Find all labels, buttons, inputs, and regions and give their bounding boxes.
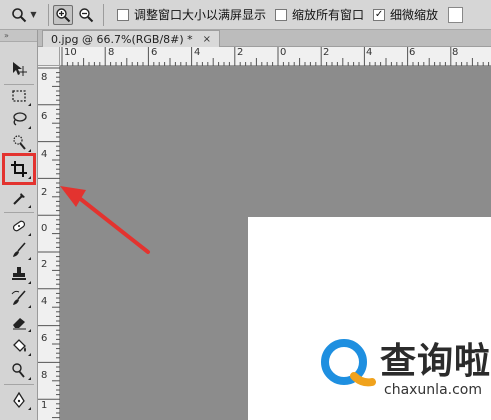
vertical-ruler[interactable]: 8 6 4 2 0 2 4 6 8 1 <box>38 66 60 420</box>
pen-icon <box>13 391 25 409</box>
crop-tool-highlight <box>2 153 36 185</box>
eyedropper-icon <box>13 193 25 205</box>
submenu-triangle-icon <box>28 126 31 129</box>
ruler-label: 8 <box>452 47 459 58</box>
panel-collapse-grip[interactable]: » <box>0 30 37 42</box>
ruler-label: 2 <box>41 259 48 270</box>
document-tab[interactable]: 0.jpg @ 66.7%(RGB/8#) * × <box>42 30 221 47</box>
magic-wand-icon <box>13 135 26 150</box>
history-brush-tool[interactable] <box>6 287 32 309</box>
ruler-label: 6 <box>151 47 158 58</box>
history-brush-icon <box>11 290 26 305</box>
separator <box>4 212 34 213</box>
separator <box>103 3 104 26</box>
quick-select-tool[interactable] <box>6 131 32 153</box>
lasso-tool[interactable] <box>6 108 32 130</box>
ruler-label: 8 <box>41 370 48 381</box>
zoom-out-button[interactable] <box>76 5 96 25</box>
ruler-label: 2 <box>323 47 330 58</box>
zoom-in-icon <box>56 7 71 22</box>
ruler-label: 4 <box>366 47 373 58</box>
zoom-all-windows-option[interactable]: 缩放所有窗口 <box>275 6 364 23</box>
ruler-label: 4 <box>41 149 48 160</box>
ruler-origin[interactable] <box>38 47 60 66</box>
submenu-triangle-icon <box>28 281 31 284</box>
ruler-label: 4 <box>194 47 201 58</box>
ruler-label: 1 <box>41 400 48 411</box>
ruler-label: 6 <box>41 333 48 344</box>
stamp-icon <box>12 267 26 280</box>
zoom-tool-icon <box>12 7 27 22</box>
submenu-triangle-icon <box>28 205 31 208</box>
tool-preset-picker[interactable]: ▼ <box>4 4 44 26</box>
eraser-tool[interactable] <box>6 311 32 333</box>
move-icon <box>13 62 27 76</box>
zoom-all-windows-checkbox[interactable] <box>275 8 288 21</box>
ruler-label: 0 <box>41 223 48 234</box>
pen-tool[interactable] <box>6 389 32 411</box>
ruler-label: 6 <box>41 111 48 122</box>
move-tool[interactable] <box>6 58 32 80</box>
submenu-triangle-icon <box>28 305 31 308</box>
paint-bucket-tool[interactable] <box>6 335 32 357</box>
dodge-icon <box>12 363 25 378</box>
stamp-tool[interactable] <box>6 263 32 285</box>
separator <box>4 384 34 385</box>
submenu-triangle-icon <box>28 103 31 106</box>
ruler-label: 8 <box>41 72 48 83</box>
eraser-icon <box>13 318 26 330</box>
lasso-icon <box>13 112 27 126</box>
submenu-triangle-icon <box>28 353 31 356</box>
ruler-label: 4 <box>41 296 48 307</box>
zoom-in-button[interactable] <box>53 4 73 25</box>
healing-tool[interactable] <box>6 215 32 237</box>
marquee-tool[interactable] <box>6 85 32 107</box>
submenu-triangle-icon <box>28 149 31 152</box>
bandage-icon <box>12 220 26 232</box>
close-icon[interactable]: × <box>203 34 211 45</box>
submenu-triangle-icon <box>28 407 31 410</box>
ruler-label: 8 <box>108 47 115 58</box>
rect-marquee-icon <box>12 90 26 102</box>
tools-panel: » <box>0 30 38 420</box>
submenu-triangle-icon <box>28 257 31 260</box>
document-tab-bar: 0.jpg @ 66.7%(RGB/8#) * × <box>38 30 491 47</box>
dodge-tool[interactable] <box>6 359 32 381</box>
magnifier-logo-icon <box>321 339 376 387</box>
brush-tool[interactable] <box>6 239 32 261</box>
scrubby-zoom-option[interactable]: ✓ 细微缩放 <box>373 6 438 23</box>
resize-windows-label: 调整窗口大小以满屏显示 <box>134 8 267 22</box>
resize-windows-option[interactable]: 调整窗口大小以满屏显示 <box>117 6 266 23</box>
scrubby-zoom-label: 细微缩放 <box>390 8 439 22</box>
ruler-label: 6 <box>409 47 416 58</box>
horizontal-ruler-ticks <box>61 47 490 66</box>
horizontal-ruler[interactable]: 10 8 6 4 2 0 2 4 6 8 <box>60 47 491 66</box>
watermark-url: chaxunla.com <box>384 382 482 398</box>
submenu-triangle-icon <box>28 377 31 380</box>
ruler-label: 10 <box>64 47 77 58</box>
submenu-triangle-icon <box>28 233 31 236</box>
watermark-logo: 查询啦 chaxunla.com <box>312 330 490 416</box>
zoom-all-windows-label: 缩放所有窗口 <box>292 8 365 22</box>
options-bar: ▼ 调整窗口大小以满屏显示 缩放所有窗口 ✓ 细微缩放 <box>0 0 491 30</box>
eyedropper-tool[interactable] <box>6 187 32 209</box>
ruler-label: 2 <box>237 47 244 58</box>
brush-icon <box>13 242 26 257</box>
resize-windows-checkbox[interactable] <box>117 8 129 21</box>
submenu-triangle-icon <box>28 329 31 332</box>
separator <box>48 3 49 26</box>
ruler-label: 0 <box>280 47 287 58</box>
zoom-out-icon <box>79 7 94 22</box>
chevron-down-icon: ▼ <box>30 10 37 19</box>
document-tab-title: 0.jpg @ 66.7%(RGB/8#) * <box>51 32 193 46</box>
actual-pixels-button[interactable] <box>448 6 464 23</box>
watermark-name: 查询啦 <box>380 341 491 382</box>
paint-bucket-icon <box>13 339 26 352</box>
ruler-label: 2 <box>41 187 48 198</box>
scrubby-zoom-checkbox[interactable]: ✓ <box>373 8 386 21</box>
